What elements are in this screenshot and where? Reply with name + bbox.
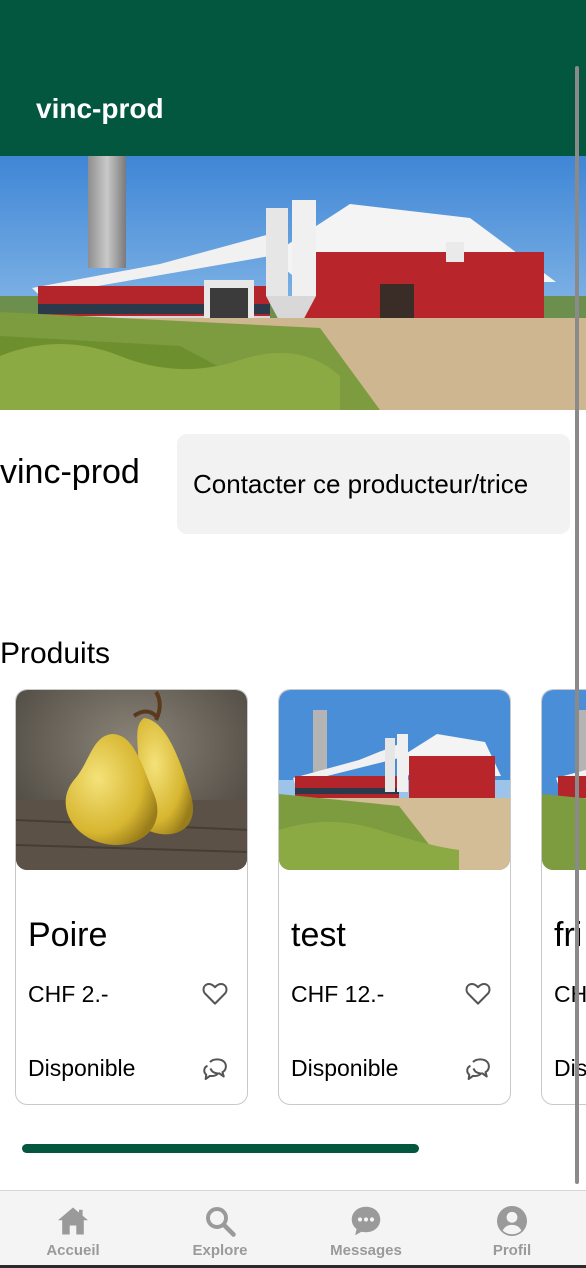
product-price: CHF: [554, 981, 586, 1007]
product-status: Disponible: [291, 1055, 399, 1081]
products-carousel[interactable]: Poire CHF 2.- Disponible test CHF 12.- D…: [0, 688, 586, 1108]
product-image: [279, 690, 510, 870]
search-icon: [202, 1203, 238, 1239]
header-title: vinc-prod: [36, 93, 164, 124]
product-name: test: [291, 916, 346, 954]
product-status: Dis: [554, 1055, 586, 1081]
tab-profil[interactable]: Profil: [439, 1191, 585, 1268]
bottom-tab-bar: Accueil Explore Messages Profil: [0, 1190, 586, 1268]
home-icon: [55, 1203, 91, 1239]
product-name: Poire: [28, 916, 108, 954]
product-card[interactable]: fri CHF Dis: [541, 689, 586, 1105]
chat-icon[interactable]: [463, 1054, 493, 1084]
product-price: CHF 2.-: [28, 981, 109, 1007]
chat-icon[interactable]: [200, 1054, 230, 1084]
product-image: [542, 690, 586, 870]
product-image: [16, 690, 247, 870]
carousel-scroll-indicator[interactable]: [22, 1144, 419, 1153]
product-price: CHF 12.-: [291, 981, 385, 1007]
tab-label: Accueil: [46, 1242, 100, 1259]
tab-label: Profil: [492, 1242, 532, 1259]
tab-accueil[interactable]: Accueil: [0, 1191, 146, 1268]
chat-bubble-icon: [348, 1203, 384, 1239]
app-header: vinc-prod: [0, 0, 586, 156]
product-status: Disponible: [28, 1055, 136, 1081]
heart-icon[interactable]: [463, 978, 493, 1008]
tab-messages[interactable]: Messages: [293, 1191, 439, 1268]
producer-cover-image: [0, 156, 586, 410]
page-scrollbar[interactable]: [575, 66, 579, 1184]
user-icon: [494, 1203, 530, 1239]
tab-label: Messages: [330, 1242, 402, 1259]
tab-explore[interactable]: Explore: [147, 1191, 293, 1268]
producer-name: vinc-prod: [0, 453, 140, 491]
tab-label: Explore: [192, 1242, 248, 1259]
product-card[interactable]: test CHF 12.- Disponible: [278, 689, 511, 1105]
products-section-title: Produits: [0, 637, 111, 670]
contact-producer-button[interactable]: Contacter ce producteur/trice: [177, 434, 570, 534]
heart-icon[interactable]: [200, 978, 230, 1008]
product-card[interactable]: Poire CHF 2.- Disponible: [15, 689, 248, 1105]
